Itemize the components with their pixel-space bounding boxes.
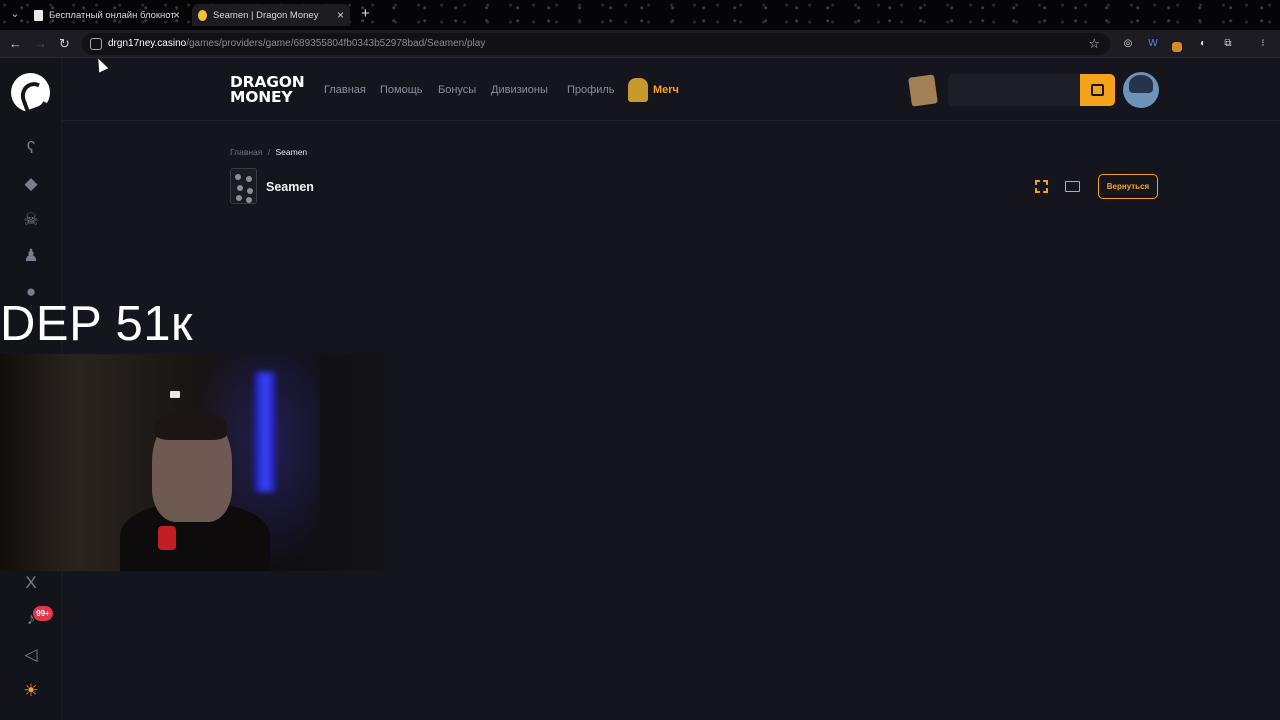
back-arrow-icon[interactable]: ← bbox=[9, 36, 22, 51]
user-icon[interactable]: ♟ bbox=[20, 246, 42, 266]
nav-divisions[interactable]: Дивизионы bbox=[491, 84, 548, 96]
wallet-button[interactable] bbox=[1080, 74, 1115, 106]
webcam-overlay bbox=[0, 354, 384, 571]
new-tab-icon[interactable]: + bbox=[361, 5, 370, 22]
document-icon bbox=[34, 9, 43, 21]
hoodie-icon bbox=[628, 78, 648, 102]
fullscreen-icon[interactable] bbox=[1035, 180, 1048, 193]
skull-icon[interactable]: ☠ bbox=[20, 210, 42, 230]
mute-icon[interactable]: ◁ bbox=[20, 645, 42, 665]
wallet-icon bbox=[1091, 84, 1104, 96]
close-tab-icon[interactable]: × bbox=[173, 8, 180, 22]
avatar[interactable] bbox=[1123, 72, 1159, 108]
notifications-badge: 99+ bbox=[33, 606, 53, 621]
url-text: drgn17ney.casino/games/providers/game/68… bbox=[108, 38, 486, 49]
menu-dots-icon[interactable]: ⁝ bbox=[1256, 37, 1270, 51]
tab-title: Seamen | Dragon Money bbox=[213, 9, 319, 21]
extensions-puzzle-icon[interactable]: ⧉ bbox=[1221, 37, 1235, 51]
forward-arrow-icon[interactable]: → bbox=[34, 36, 47, 51]
bookmark-star-icon[interactable]: ☆ bbox=[1088, 36, 1100, 52]
theatre-mode-icon[interactable] bbox=[1065, 181, 1080, 192]
tab-list-chevron-icon[interactable]: ⌄ bbox=[8, 7, 22, 21]
dragon-logo-icon[interactable] bbox=[11, 73, 50, 112]
bear-icon[interactable]: ʕ bbox=[20, 138, 42, 158]
reload-icon[interactable]: ↻ bbox=[59, 36, 70, 52]
tab-seamen[interactable]: Seamen | Dragon Money × bbox=[192, 4, 350, 26]
ticket-icon[interactable]: ◆ bbox=[20, 174, 42, 194]
breadcrumb-current: Seamen bbox=[275, 147, 308, 157]
breadcrumb: Главная / Seamen bbox=[230, 147, 307, 157]
game-title: Seamen bbox=[266, 180, 314, 194]
game-thumbnail bbox=[230, 168, 257, 204]
nav-profile[interactable]: Профиль bbox=[567, 84, 615, 96]
breadcrumb-separator: / bbox=[267, 147, 271, 157]
site-header: DRAGON MONEY Главная Помощь Бонусы Дивиз… bbox=[62, 58, 1280, 121]
sun-icon[interactable]: ☀ bbox=[20, 681, 42, 701]
address-bar: ← → ↻ drgn17ney.casino/games/providers/g… bbox=[0, 30, 1280, 58]
site-logo[interactable]: DRAGON MONEY bbox=[230, 74, 305, 105]
balance-field[interactable] bbox=[948, 74, 1080, 106]
tab-notepad[interactable]: Бесплатный онлайн блокнот × bbox=[34, 4, 184, 26]
back-button[interactable]: Вернуться bbox=[1098, 174, 1158, 199]
breadcrumb-home[interactable]: Главная bbox=[230, 147, 262, 157]
extension-vk-icon[interactable]: ◐ bbox=[1196, 37, 1210, 51]
nav-bonuses[interactable]: Бонусы bbox=[438, 84, 476, 96]
site-info-icon[interactable] bbox=[90, 38, 102, 50]
url-field[interactable]: drgn17ney.casino/games/providers/game/68… bbox=[82, 33, 1110, 55]
tab-title: Бесплатный онлайн блокнот bbox=[49, 9, 175, 21]
extension-w-icon[interactable]: W bbox=[1146, 37, 1160, 51]
close-tab-icon[interactable]: × bbox=[337, 8, 344, 22]
nav-merch[interactable]: Merч bbox=[653, 84, 679, 96]
nav-help[interactable]: Помощь bbox=[380, 84, 423, 96]
browser-tab-bar: ⌄ Бесплатный онлайн блокнот × Seamen | D… bbox=[0, 0, 1280, 30]
nav-home[interactable]: Главная bbox=[324, 84, 366, 96]
twitter-x-icon[interactable]: X bbox=[20, 573, 42, 593]
dragon-money-favicon-icon bbox=[198, 9, 207, 21]
treasure-chest-icon[interactable] bbox=[908, 74, 938, 107]
deposit-overlay-text: DEP 51к bbox=[0, 297, 193, 351]
extension-badge-icon[interactable] bbox=[1172, 42, 1182, 52]
extension-incognito-icon[interactable]: ◎ bbox=[1121, 37, 1135, 51]
